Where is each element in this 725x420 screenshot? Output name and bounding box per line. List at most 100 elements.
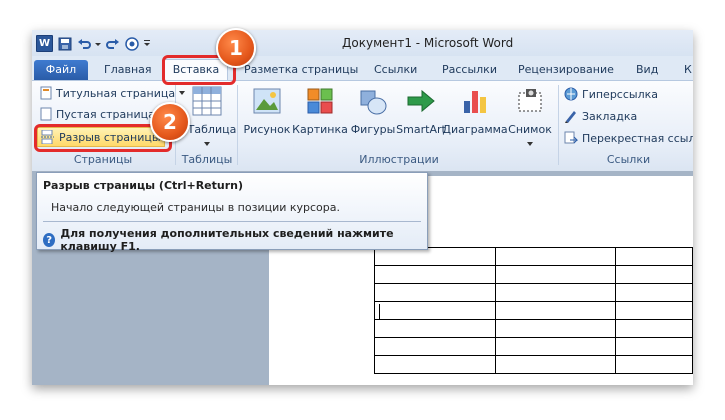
hyperlink-label: Гиперссылка: [582, 87, 658, 101]
group-separator: [558, 85, 559, 165]
table-row: [374, 355, 693, 374]
cross-reference-icon: [564, 131, 578, 144]
tooltip-title: Разрыв страницы (Ctrl+Return): [43, 179, 243, 192]
chart-label: Диаграмма: [442, 123, 508, 136]
save-icon[interactable]: [57, 36, 72, 51]
picture-label: Рисунок: [243, 123, 291, 136]
chart-icon: [464, 91, 486, 113]
tooltip-help: ? Для получения дополнительных сведений …: [43, 227, 427, 253]
clipart-label: Картинка: [292, 123, 348, 136]
bookmark-button[interactable]: Закладка: [564, 107, 637, 125]
table-cell[interactable]: [494, 355, 617, 374]
table-cell[interactable]: [374, 355, 496, 374]
table-cell[interactable]: [494, 283, 617, 302]
tooltip-divider: [43, 221, 421, 222]
redo-icon[interactable]: [105, 36, 120, 51]
screenshot-button[interactable]: Снимок: [506, 85, 554, 147]
cross-reference-button[interactable]: Перекрестная ссылк: [564, 129, 693, 147]
tab-page-layout[interactable]: Разметка страницы: [244, 60, 358, 80]
window-title: Документ1 - Microsoft Word: [342, 36, 514, 50]
group-label-links: Ссылки: [606, 153, 651, 166]
blank-page-icon: [40, 107, 52, 121]
tooltip-description: Начало следующей страницы в позиции курс…: [51, 201, 341, 214]
word-window: W Документ1 - Microsoft Word Файл Главна…: [32, 30, 693, 385]
tab-home[interactable]: Главная: [104, 60, 152, 80]
group-label-illustrations: Иллюстрации: [359, 153, 439, 166]
table-row: [374, 319, 693, 338]
screenshot-label: Снимок: [508, 123, 552, 136]
table-cell[interactable]: [615, 247, 693, 266]
table-cell[interactable]: [374, 301, 496, 320]
shapes-label: Фигуры: [350, 123, 396, 136]
smartart-label: SmartArt: [396, 123, 446, 136]
table-row: [374, 265, 693, 284]
callout-badge-2: 2: [150, 102, 190, 142]
dropdown-arrow-icon: [527, 142, 533, 146]
title-page-icon: [40, 86, 52, 100]
tab-view[interactable]: Вид: [636, 60, 658, 80]
table-row: [374, 301, 693, 320]
title-bar: W Документ1 - Microsoft Word: [32, 30, 693, 56]
hyperlink-button[interactable]: Гиперссылка: [564, 85, 658, 103]
table-cell[interactable]: [615, 301, 693, 320]
table-cell[interactable]: [494, 247, 617, 266]
table-cell[interactable]: [494, 319, 617, 338]
group-label-tables: Таблицы: [181, 153, 233, 166]
ribbon-tabs: Файл Главная Вставка Разметка страницы С…: [32, 56, 693, 81]
table-cell[interactable]: [615, 319, 693, 338]
table-cell[interactable]: [615, 337, 693, 356]
table-row: [374, 337, 693, 356]
shapes-button[interactable]: Фигуры: [350, 85, 396, 136]
table-row: [374, 283, 693, 302]
callout-badge-1: 1: [216, 28, 256, 68]
picture-button[interactable]: Рисунок: [244, 85, 290, 136]
bookmark-icon: [565, 111, 576, 123]
tab-file[interactable]: Файл: [34, 60, 88, 80]
chart-button[interactable]: Диаграмма: [442, 85, 508, 136]
cross-reference-label: Перекрестная ссылк: [582, 131, 693, 145]
quick-access-toolbar: W: [36, 35, 151, 52]
table-cell[interactable]: [494, 301, 617, 320]
table-cell[interactable]: [374, 283, 496, 302]
title-page-label: Титульная страница: [56, 86, 176, 100]
table-cell[interactable]: [615, 283, 693, 302]
undo-dropdown-icon[interactable]: [95, 36, 101, 51]
table-cell[interactable]: [374, 337, 496, 356]
title-page-button[interactable]: Титульная страница: [40, 84, 186, 102]
undo-icon[interactable]: [76, 36, 91, 51]
word-app-icon[interactable]: W: [36, 35, 53, 52]
group-label-pages: Страницы: [73, 153, 133, 166]
page-break-tooltip: Разрыв страницы (Ctrl+Return) Начало сле…: [36, 172, 428, 253]
help-icon: ?: [43, 233, 56, 247]
group-separator: [237, 85, 238, 165]
smartart-button[interactable]: SmartArt: [396, 85, 446, 136]
table-cell[interactable]: [615, 355, 693, 374]
table-button[interactable]: Таблица: [183, 85, 236, 147]
document-table[interactable]: [374, 247, 693, 374]
table-cell[interactable]: [374, 319, 496, 338]
shapes-icon: [360, 90, 387, 115]
print-preview-icon[interactable]: [124, 36, 139, 51]
dropdown-arrow-icon: [204, 142, 210, 146]
clipart-icon: [307, 88, 333, 114]
text-cursor: [379, 304, 380, 320]
smartart-icon: [407, 89, 435, 113]
picture-icon: [253, 88, 281, 114]
tooltip-help-text: Для получения дополнительных сведений на…: [60, 227, 394, 253]
table-cell[interactable]: [615, 265, 693, 284]
blank-page-button[interactable]: Пустая страница: [40, 105, 155, 123]
tab-mailings[interactable]: Рассылки: [442, 60, 497, 80]
blank-page-label: Пустая страница: [56, 107, 155, 121]
table-cell[interactable]: [494, 337, 617, 356]
tab-references[interactable]: Ссылки: [374, 60, 417, 80]
screenshot-icon: [518, 89, 542, 112]
hyperlink-icon: [564, 87, 578, 101]
table-cell[interactable]: [494, 265, 617, 284]
bookmark-label: Закладка: [582, 109, 638, 123]
tab-more[interactable]: К: [684, 60, 692, 80]
table-icon: [192, 86, 222, 116]
clipart-button[interactable]: Картинка: [292, 85, 348, 136]
table-cell[interactable]: [374, 265, 496, 284]
customize-qat-icon[interactable]: [143, 36, 151, 51]
tab-review[interactable]: Рецензирование: [518, 60, 614, 80]
